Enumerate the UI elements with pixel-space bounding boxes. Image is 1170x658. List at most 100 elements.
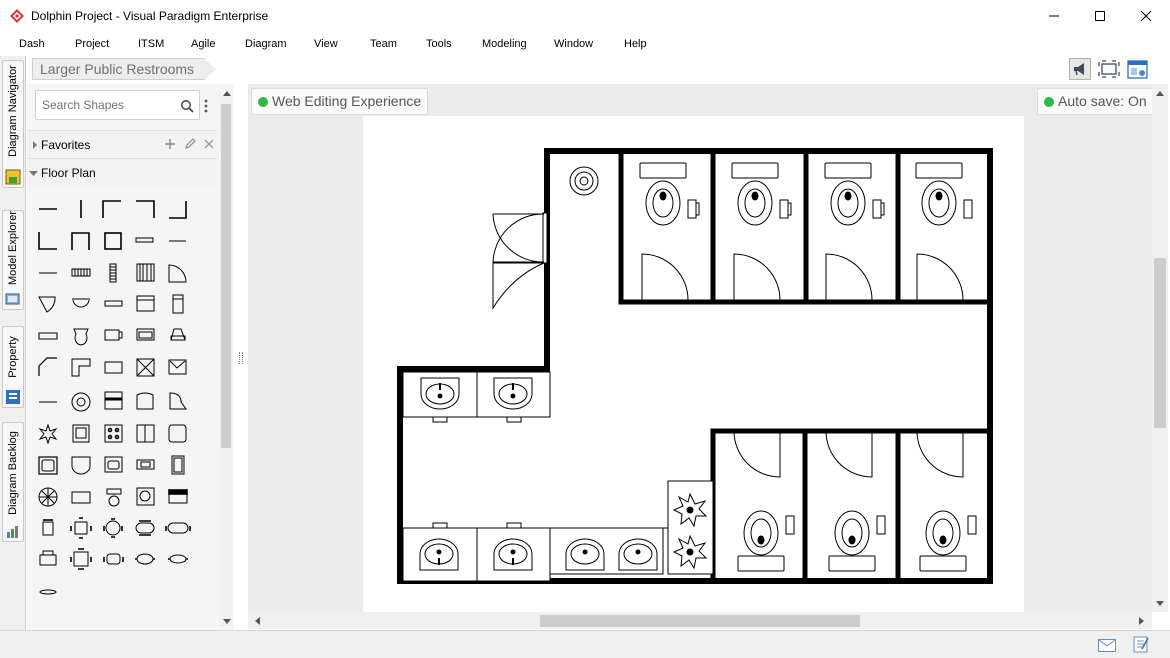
- table-6-chairs-shape[interactable]: [70, 548, 92, 570]
- menu-dash[interactable]: Dash: [19, 38, 45, 50]
- piano-shape[interactable]: [170, 328, 186, 341]
- stove-burner-shape[interactable]: [104, 424, 123, 443]
- sink-basin-shape[interactable]: [104, 456, 123, 473]
- oven-shape[interactable]: [136, 459, 155, 470]
- tab-diagram-backlog[interactable]: Diagram Backlog: [2, 422, 24, 542]
- search-input[interactable]: [42, 97, 172, 113]
- stairs-shape[interactable]: [71, 268, 91, 277]
- l-shape-desk[interactable]: [71, 358, 91, 377]
- scroll-left-icon[interactable]: [254, 617, 260, 625]
- sink-shape[interactable]: [71, 456, 91, 475]
- lower-stall-doors[interactable]: [733, 430, 964, 478]
- menu-project[interactable]: Project: [75, 38, 109, 50]
- menu-window[interactable]: Window: [554, 38, 593, 50]
- stove-shape[interactable]: [104, 329, 123, 341]
- toilet-shape[interactable]: [73, 328, 89, 346]
- menu-itsm[interactable]: ITSM: [138, 38, 164, 50]
- bed-shape[interactable]: [136, 392, 154, 410]
- menu-view[interactable]: View: [314, 38, 338, 50]
- scroll-up-icon[interactable]: [1156, 90, 1164, 96]
- round-table-shape[interactable]: [38, 487, 58, 507]
- room-shape[interactable]: [104, 232, 122, 250]
- entrance-double-door[interactable]: [492, 212, 548, 310]
- oval-table-shape[interactable]: [135, 520, 155, 536]
- canvas-horizontal-scrollbar-thumb[interactable]: [540, 615, 860, 627]
- scroll-right-icon[interactable]: [1139, 617, 1145, 625]
- wall-corner-shape[interactable]: [102, 200, 121, 218]
- washbasin-shape[interactable]: [106, 488, 122, 507]
- lower-toilets[interactable]: [737, 510, 977, 572]
- wall-step-shape[interactable]: [38, 357, 57, 376]
- bench-shape[interactable]: [104, 391, 123, 410]
- ellipse-table-shape[interactable]: [135, 553, 155, 565]
- armchair-shape[interactable]: [72, 424, 90, 443]
- window-frame-shape[interactable]: [136, 295, 155, 312]
- menu-help[interactable]: Help: [624, 38, 647, 50]
- wall-corner-shape[interactable]: [169, 201, 187, 219]
- door-swing-shape[interactable]: [168, 264, 187, 283]
- restroom-floor-plan[interactable]: [363, 116, 1024, 612]
- double-door-shape[interactable]: [72, 298, 90, 308]
- tab-diagram-navigator[interactable]: Diagram Navigator: [2, 60, 24, 188]
- menu-tools[interactable]: Tools: [426, 38, 452, 50]
- layout-icon[interactable]: [1127, 59, 1149, 81]
- printer-shape[interactable]: [39, 550, 57, 566]
- menu-modeling[interactable]: Modeling: [482, 38, 527, 50]
- shapes-panel-scrollbar-thumb[interactable]: [221, 104, 231, 448]
- scroll-up-icon[interactable]: [223, 90, 231, 96]
- web-editing-status[interactable]: Web Editing Experience: [251, 88, 429, 115]
- breadcrumb[interactable]: Larger Public Restrooms: [32, 58, 217, 80]
- chair-shape[interactable]: [42, 519, 54, 536]
- box-x-shape[interactable]: [136, 358, 155, 377]
- scroll-down-icon[interactable]: [1156, 601, 1164, 607]
- close-window-button[interactable]: [1123, 0, 1169, 32]
- shower-drain-shape[interactable]: [71, 392, 91, 412]
- oval-table-large-shape[interactable]: [165, 522, 191, 534]
- diagram-page[interactable]: [363, 116, 1024, 612]
- lower-sink-counter[interactable]: [402, 480, 714, 582]
- scroll-down-icon[interactable]: [223, 619, 231, 625]
- sliding-door-shape[interactable]: [104, 300, 123, 307]
- window-shape[interactable]: [135, 237, 154, 243]
- announcement-icon[interactable]: [1069, 58, 1091, 80]
- menu-diagram[interactable]: Diagram: [245, 38, 287, 50]
- stairs-vertical-shape[interactable]: [109, 263, 117, 283]
- square-tub-shape[interactable]: [38, 456, 58, 475]
- auto-save-status[interactable]: Auto save: On: [1037, 88, 1154, 115]
- rounded-square-shape[interactable]: [168, 424, 187, 443]
- capsule-table-shape[interactable]: [168, 554, 188, 564]
- round-table-chairs-shape[interactable]: [103, 518, 123, 538]
- canvas-vertical-scrollbar-thumb[interactable]: [1154, 258, 1166, 428]
- plant-shape[interactable]: [38, 423, 58, 445]
- minimize-button[interactable]: [1031, 0, 1077, 32]
- search-box[interactable]: [35, 90, 200, 120]
- stove-range-shape[interactable]: [168, 489, 188, 504]
- stairs-square-shape[interactable]: [136, 263, 155, 282]
- mail-icon[interactable]: [1098, 639, 1116, 652]
- door-shape[interactable]: [38, 296, 56, 313]
- envelope-box-shape[interactable]: [168, 359, 187, 375]
- menu-team[interactable]: Team: [370, 38, 397, 50]
- notes-icon[interactable]: [1132, 635, 1150, 653]
- double-sink-shape[interactable]: [136, 424, 155, 443]
- refrigerator-shape[interactable]: [171, 455, 185, 475]
- search-icon[interactable]: [180, 99, 194, 113]
- tab-property[interactable]: Property: [2, 326, 24, 408]
- tab-model-explorer[interactable]: Model Explorer: [2, 210, 24, 310]
- close-icon[interactable]: [203, 138, 215, 150]
- group-floor-plan[interactable]: Floor Plan: [27, 158, 217, 186]
- upper-stall-doors[interactable]: [641, 253, 964, 301]
- rect-table-shape[interactable]: [71, 491, 91, 504]
- group-favorites[interactable]: Favorites: [27, 130, 217, 158]
- oval-rug-shape[interactable]: [39, 589, 57, 595]
- tv-shape[interactable]: [104, 361, 123, 374]
- upper-sink-counter[interactable]: [402, 371, 551, 423]
- maximize-button[interactable]: [1077, 0, 1123, 32]
- washer-shape[interactable]: [136, 487, 155, 506]
- panel-splitter-handle[interactable]: [239, 352, 243, 364]
- bathtub-shape[interactable]: [136, 328, 155, 341]
- cabinet-shape[interactable]: [172, 294, 184, 314]
- grand-piano-shape[interactable]: [169, 392, 187, 410]
- wall-corner-shape[interactable]: [38, 232, 57, 250]
- fit-diagram-icon[interactable]: [1098, 58, 1120, 80]
